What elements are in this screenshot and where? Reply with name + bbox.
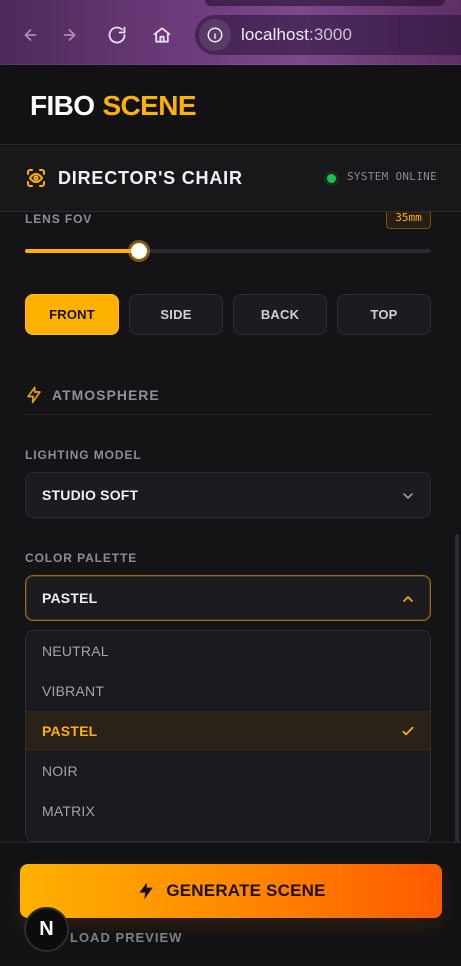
lighting-model-select[interactable]: STUDIO SOFT: [25, 472, 431, 518]
lighting-model-label: LIGHTING MODEL: [25, 448, 142, 462]
palette-option-label: NEUTRAL: [42, 643, 109, 659]
chevron-down-icon: [403, 493, 413, 499]
camera-view-buttons: FRONT SIDE BACK TOP: [25, 294, 431, 335]
palette-option-label: MATRIX: [42, 803, 96, 819]
palette-option-pastel[interactable]: PASTEL: [26, 711, 430, 751]
arrow-right-icon: [63, 29, 76, 41]
view-button-front[interactable]: FRONT: [25, 294, 119, 335]
browser-toolbar: localhost:3000: [0, 0, 461, 65]
info-icon: [207, 27, 223, 43]
site-info-button[interactable]: [199, 19, 231, 51]
status-text: SYSTEM ONLINE: [347, 170, 437, 183]
lighting-model-value: STUDIO SOFT: [42, 487, 139, 503]
color-palette-label: COLOR PALETTE: [25, 551, 138, 565]
lens-fov-value: 35mm: [386, 212, 431, 229]
controls-panel: LENS FOV 35mm FRONT SIDE BACK TOP ATMOSPHER…: [0, 212, 461, 842]
home-button[interactable]: [146, 19, 178, 51]
color-palette-dropdown: NEUTRAL VIBRANT PASTEL NOIR MATRIX: [25, 630, 431, 842]
atmosphere-title: ATMOSPHERE: [52, 387, 160, 403]
palette-option-noir[interactable]: NOIR: [26, 751, 430, 791]
browser-top-edge: [205, 0, 445, 6]
brand-part-1: FIBO: [30, 90, 95, 121]
palette-option-label: PASTEL: [42, 723, 98, 739]
lens-fov-label: LENS FOV: [25, 212, 93, 226]
home-icon: [153, 27, 171, 43]
lens-fov-slider-fill: [25, 249, 139, 253]
nextjs-badge[interactable]: N: [24, 907, 69, 952]
palette-option-vibrant[interactable]: VIBRANT: [26, 671, 430, 711]
nextjs-badge-letter: N: [39, 918, 54, 940]
url-text[interactable]: localhost:3000: [241, 25, 352, 45]
brand-part-2: SCENE: [102, 90, 196, 121]
forward-button[interactable]: [56, 19, 88, 51]
status-dot: [327, 174, 336, 183]
section-title: DIRECTOR'S CHAIR: [58, 168, 243, 188]
atmosphere-section-header: ATMOSPHERE: [25, 385, 431, 415]
color-palette-select[interactable]: PASTEL: [25, 575, 431, 621]
generate-scene-label: GENERATE SCENE: [166, 881, 326, 900]
reload-button[interactable]: [101, 19, 133, 51]
bottom-action-bar: GENERATE SCENE LOAD PREVIEW: [0, 842, 461, 966]
view-button-back[interactable]: BACK: [233, 294, 327, 335]
app-header: FIBO SCENE: [0, 65, 461, 145]
generate-scene-button[interactable]: GENERATE SCENE: [20, 864, 442, 918]
url-port: :3000: [309, 25, 353, 44]
chevron-up-icon: [403, 596, 413, 602]
palette-option-neutral[interactable]: NEUTRAL: [26, 631, 430, 671]
view-button-top[interactable]: TOP: [337, 294, 431, 335]
palette-option-label: VIBRANT: [42, 683, 105, 699]
palette-option-label: NOIR: [42, 763, 78, 779]
back-button[interactable]: [12, 19, 44, 51]
download-preview-label: LOAD PREVIEW: [70, 930, 183, 945]
directors-chair-header: DIRECTOR'S CHAIR SYSTEM ONLINE: [0, 146, 461, 212]
check-icon: [402, 726, 414, 736]
color-palette-value: PASTEL: [42, 590, 98, 606]
brand-logo: FIBO SCENE: [30, 90, 197, 122]
reload-icon: [108, 26, 126, 44]
view-button-side[interactable]: SIDE: [129, 294, 223, 335]
eye-scan-icon: [27, 169, 45, 187]
scrollbar[interactable]: [455, 534, 459, 842]
url-host: localhost: [241, 25, 309, 44]
arrow-left-icon: [24, 29, 37, 41]
bolt-icon: [139, 882, 154, 900]
download-preview-button[interactable]: LOAD PREVIEW: [70, 930, 182, 945]
lightning-icon: [27, 386, 41, 404]
palette-option-matrix[interactable]: MATRIX: [26, 791, 430, 831]
lens-fov-slider-thumb[interactable]: [130, 243, 147, 259]
address-bar[interactable]: localhost:3000: [195, 15, 461, 55]
lens-fov-slider[interactable]: [25, 243, 431, 259]
